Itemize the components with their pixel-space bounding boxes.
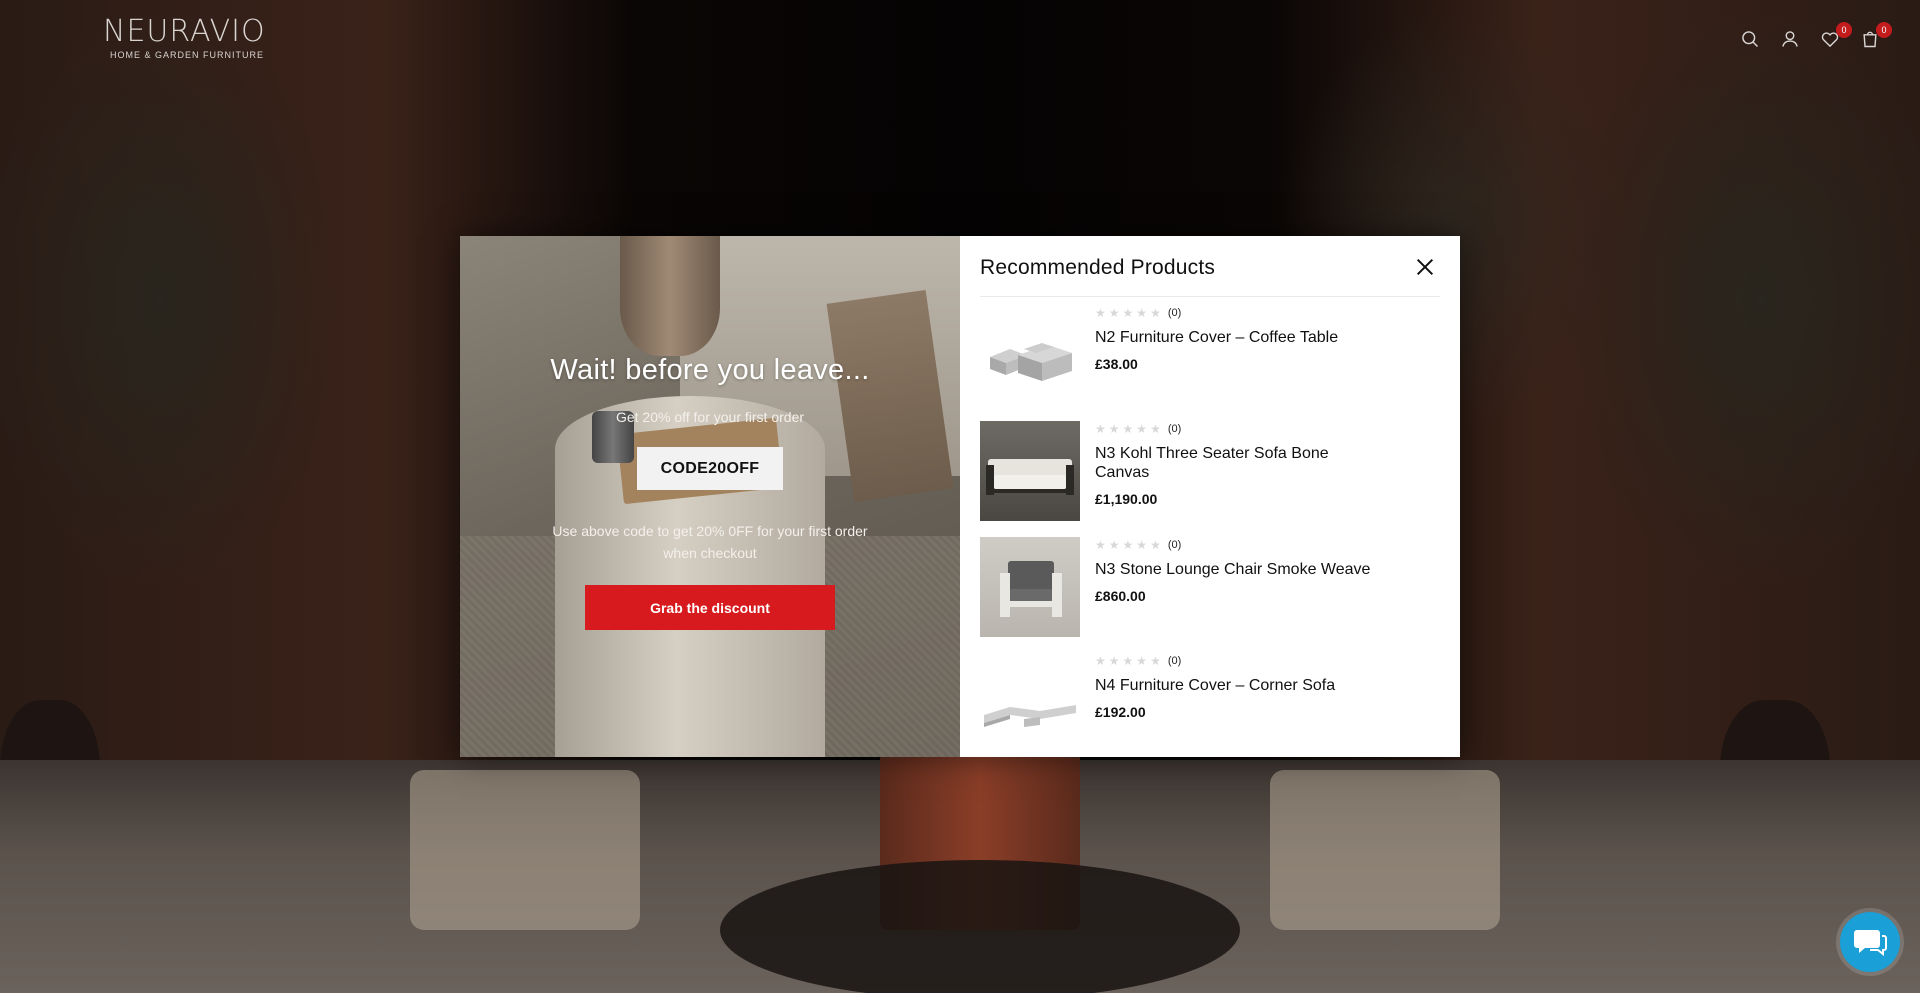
cart-icon[interactable]: 0 <box>1860 22 1892 50</box>
star-icon: ★ <box>1108 538 1120 552</box>
star-icon: ★ <box>1150 422 1161 436</box>
review-count: (0) <box>1167 307 1182 319</box>
star-icon: ★ <box>1095 306 1106 320</box>
star-icon: ★ <box>1095 538 1106 552</box>
product-name[interactable]: N4 Furniture Cover – Corner Sofa <box>1095 676 1395 695</box>
product-name[interactable]: N3 Kohl Three Seater Sofa Bone Canvas <box>1095 444 1345 482</box>
star-icon: ★ <box>1150 654 1161 668</box>
promo-panel: Wait! before you leave... Get 20% off fo… <box>460 236 960 757</box>
review-count: (0) <box>1167 655 1182 667</box>
product-thumbnail[interactable] <box>980 653 1080 753</box>
star-icon: ★ <box>1122 306 1134 320</box>
product-rating: ★ ★ ★ ★ ★ (0) <box>1095 306 1395 320</box>
star-icon: ★ <box>1136 306 1148 320</box>
star-icon: ★ <box>1108 306 1120 320</box>
product-name[interactable]: N2 Furniture Cover – Coffee Table <box>1095 328 1395 347</box>
logo-name: NEURAVIO <box>103 14 266 49</box>
product-info: ★ ★ ★ ★ ★ (0) N2 Furniture Cover – Coffe… <box>1095 297 1395 413</box>
review-count: (0) <box>1167 423 1182 435</box>
product-rating: ★ ★ ★ ★ ★ (0) <box>1095 422 1395 436</box>
logo-tagline: HOME & GARDEN FURNITURE <box>110 50 265 60</box>
product-price: £860.00 <box>1095 588 1146 604</box>
star-icon: ★ <box>1136 654 1148 668</box>
recommended-title: Recommended Products <box>980 255 1216 279</box>
grab-discount-button[interactable]: Grab the discount <box>585 585 835 630</box>
product-info: ★ ★ ★ ★ ★ (0) N3 Stone Lounge Chair Smok… <box>1095 529 1395 645</box>
product-rating: ★ ★ ★ ★ ★ (0) <box>1095 538 1395 552</box>
chat-button[interactable] <box>1840 912 1900 972</box>
product-name[interactable]: N3 Stone Lounge Chair Smoke Weave <box>1095 560 1395 579</box>
product-thumbnail[interactable] <box>980 537 1080 637</box>
product-item[interactable]: ★ ★ ★ ★ ★ (0) N3 Stone Lounge Chair Smok… <box>980 529 1440 645</box>
product-price: £38.00 <box>1095 356 1138 372</box>
product-info: ★ ★ ★ ★ ★ (0) N3 Kohl Three Seater Sofa … <box>1095 413 1395 529</box>
star-icon: ★ <box>1108 422 1120 436</box>
promo-content: Wait! before you leave... Get 20% off fo… <box>460 236 960 757</box>
recommended-header: Recommended Products <box>980 236 1440 297</box>
promo-title: Wait! before you leave... <box>550 354 870 386</box>
chat-icon <box>1854 930 1887 957</box>
header-icons: 0 0 <box>1740 22 1892 50</box>
recommended-panel: Recommended Products ★ ★ ★ ★ ★ (0) N2 Fu… <box>960 236 1460 757</box>
product-item[interactable]: ★ ★ ★ ★ ★ (0) N2 Furniture Cover – Coffe… <box>980 297 1440 413</box>
close-icon[interactable] <box>1414 256 1438 280</box>
hero-shadow <box>720 860 1240 993</box>
account-icon[interactable] <box>1780 28 1800 50</box>
hero-chair-left <box>410 770 640 930</box>
product-item[interactable]: ★ ★ ★ ★ ★ (0) N3 Kohl Three Seater Sofa … <box>980 413 1440 529</box>
star-icon: ★ <box>1095 654 1106 668</box>
star-icon: ★ <box>1122 422 1134 436</box>
review-count: (0) <box>1167 539 1182 551</box>
site-header: NEURAVIO HOME & GARDEN FURNITURE 0 0 <box>0 0 1920 84</box>
product-item[interactable]: ★ ★ ★ ★ ★ (0) N4 Furniture Cover – Corne… <box>980 645 1440 757</box>
product-thumbnail[interactable] <box>980 305 1080 405</box>
star-icon: ★ <box>1122 654 1134 668</box>
star-icon: ★ <box>1150 306 1161 320</box>
product-price: £1,190.00 <box>1095 491 1158 507</box>
wishlist-count-badge: 0 <box>1836 22 1852 38</box>
discount-code[interactable]: CODE20OFF <box>637 447 783 490</box>
star-icon: ★ <box>1122 538 1134 552</box>
hero-chair-right <box>1270 770 1500 930</box>
product-thumbnail[interactable] <box>980 421 1080 521</box>
wishlist-icon[interactable]: 0 <box>1820 22 1852 50</box>
logo[interactable]: NEURAVIO HOME & GARDEN FURNITURE <box>103 14 266 61</box>
product-info: ★ ★ ★ ★ ★ (0) N4 Furniture Cover – Corne… <box>1095 645 1395 757</box>
product-price: £192.00 <box>1095 704 1146 720</box>
star-icon: ★ <box>1136 538 1148 552</box>
star-icon: ★ <box>1108 654 1120 668</box>
product-rating: ★ ★ ★ ★ ★ (0) <box>1095 654 1395 668</box>
star-icon: ★ <box>1095 422 1106 436</box>
star-icon: ★ <box>1136 422 1148 436</box>
star-icon: ★ <box>1150 538 1161 552</box>
promo-note: Use above code to get 20% 0FF for your f… <box>552 523 868 561</box>
exit-intent-modal: Wait! before you leave... Get 20% off fo… <box>460 236 1460 757</box>
promo-subtitle: Get 20% off for your first order <box>615 409 805 425</box>
cart-count-badge: 0 <box>1876 22 1892 38</box>
search-icon[interactable] <box>1740 28 1760 50</box>
